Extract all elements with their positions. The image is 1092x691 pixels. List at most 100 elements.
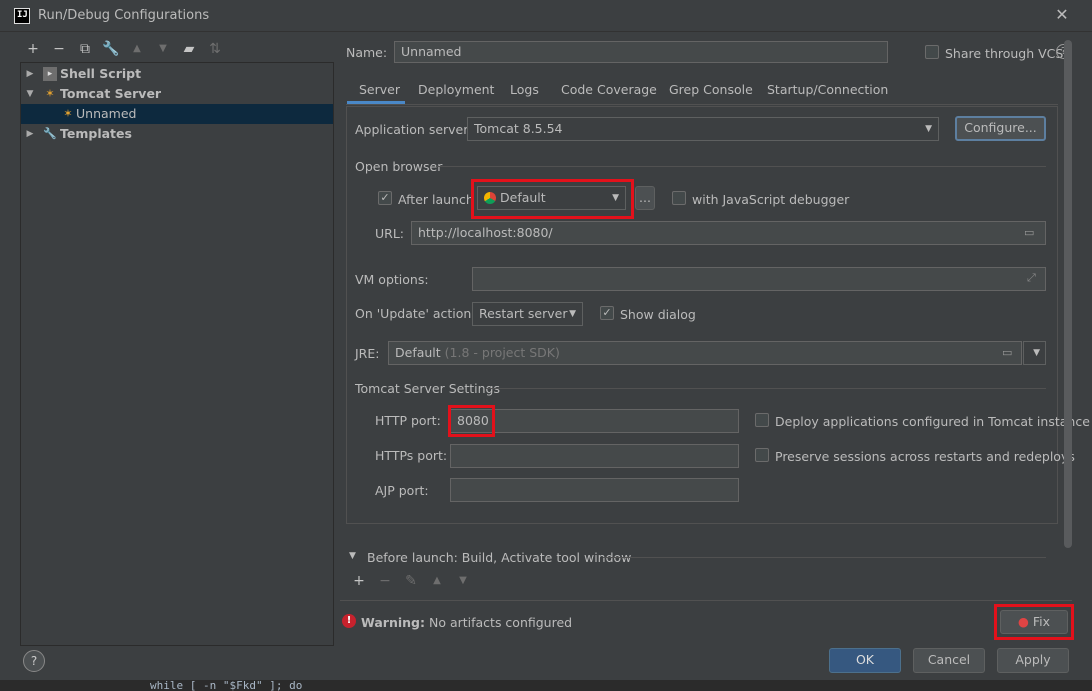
- collapse-arrow-icon[interactable]: ▼: [24, 84, 36, 104]
- warning-message: Warning: No artifacts configured: [361, 615, 572, 630]
- error-icon: !: [342, 614, 356, 628]
- tomcat-settings-heading: Tomcat Server Settings: [355, 381, 500, 396]
- remove-icon[interactable]: −: [376, 572, 394, 590]
- jre-label: JRE:: [355, 346, 380, 361]
- ajp-port-input[interactable]: [450, 478, 739, 502]
- name-label: Name:: [346, 45, 388, 60]
- folder-browse-icon[interactable]: ▭: [1002, 346, 1012, 359]
- preserve-sessions-label: Preserve sessions across restarts and re…: [775, 449, 1075, 464]
- https-port-label: HTTPs port:: [375, 448, 448, 463]
- open-browser-separator: [436, 166, 1046, 167]
- tree-item-shell-script[interactable]: ▶ ▸ Shell Script: [21, 64, 333, 84]
- expand-arrow-icon[interactable]: ▶: [24, 124, 36, 144]
- expand-arrow-icon[interactable]: ▶: [24, 64, 36, 84]
- tree-item-label: Tomcat Server: [60, 86, 162, 101]
- intellij-app-icon: IJ: [14, 8, 30, 24]
- vm-options-label: VM options:: [355, 272, 429, 287]
- before-launch-heading[interactable]: Before launch: Build, Activate tool wind…: [367, 550, 631, 565]
- remove-icon[interactable]: −: [50, 40, 68, 58]
- on-update-label: On 'Update' action:: [355, 306, 476, 321]
- copy-icon[interactable]: ⧉: [76, 40, 94, 58]
- window-title: Run/Debug Configurations: [38, 8, 210, 23]
- move-up-icon[interactable]: ▲: [128, 40, 146, 58]
- open-browser-heading: Open browser: [355, 159, 443, 174]
- add-icon[interactable]: +: [350, 572, 368, 590]
- tree-item-label: Shell Script: [60, 66, 142, 81]
- add-icon[interactable]: +: [24, 40, 42, 58]
- expand-icon[interactable]: ⤢: [1027, 271, 1036, 285]
- tabs-divider: [346, 104, 1058, 105]
- tree-item-label: Unnamed: [76, 106, 137, 121]
- scrollbar[interactable]: [1064, 40, 1072, 548]
- tree-item-tomcat-server[interactable]: ▼ ✶ Tomcat Server: [21, 84, 333, 104]
- ajp-port-label: AJP port:: [375, 483, 429, 498]
- sort-icon[interactable]: ⇅: [206, 40, 224, 58]
- after-launch-label: After launch: [398, 192, 474, 207]
- folder-icon[interactable]: ▰: [180, 40, 198, 58]
- chrome-icon: [484, 192, 496, 204]
- move-down-icon[interactable]: ▼: [154, 40, 172, 58]
- wrench-icon[interactable]: 🔧: [102, 40, 120, 58]
- tree-item-label: Templates: [60, 126, 132, 141]
- collapse-arrow-icon[interactable]: ▼: [349, 551, 356, 561]
- configuration-tree: ▶ ▸ Shell Script ▼ ✶ Tomcat Server ✶ Unn…: [20, 62, 334, 646]
- vm-options-input[interactable]: [472, 267, 1046, 291]
- http-port-highlight: [448, 405, 495, 437]
- chevron-down-icon: ▼: [612, 193, 619, 203]
- share-vcs-checkbox[interactable]: [925, 45, 939, 59]
- app-server-select[interactable]: Tomcat 8.5.54 ▼: [467, 117, 939, 141]
- https-port-input[interactable]: [450, 444, 739, 468]
- share-vcs-label: Share through VCS: [945, 46, 1064, 61]
- tab-deployment[interactable]: Deployment: [418, 82, 494, 104]
- shell-script-icon: ▸: [43, 67, 57, 81]
- app-server-label: Application server:: [355, 122, 473, 137]
- browser-select[interactable]: Default ▼: [477, 186, 626, 210]
- js-debugger-checkbox[interactable]: [672, 191, 686, 205]
- deploy-apps-checkbox[interactable]: [755, 413, 769, 427]
- warning-bold: Warning:: [361, 615, 425, 630]
- after-launch-checkbox[interactable]: ✓: [378, 191, 392, 205]
- show-dialog-label: Show dialog: [620, 307, 696, 322]
- chevron-down-icon: ▼: [569, 309, 576, 319]
- move-down-icon[interactable]: ▼: [454, 572, 472, 590]
- tree-item-templates[interactable]: ▶ 🔧 Templates: [21, 124, 333, 144]
- app-server-value: Tomcat 8.5.54: [474, 121, 563, 136]
- js-debugger-label: with JavaScript debugger: [692, 192, 850, 207]
- fix-button[interactable]: ● Fix: [1000, 610, 1068, 634]
- warning-text: No artifacts configured: [428, 615, 573, 630]
- folder-browse-icon[interactable]: ▭: [1024, 226, 1040, 239]
- tab-server[interactable]: Server: [347, 82, 405, 104]
- move-up-icon[interactable]: ▲: [428, 572, 446, 590]
- jre-select[interactable]: Default (1.8 - project SDK): [388, 341, 1022, 365]
- close-icon[interactable]: ✕: [1052, 4, 1072, 26]
- apply-button[interactable]: Apply: [997, 648, 1069, 673]
- url-label: URL:: [375, 226, 405, 241]
- tomcat-icon: ✶: [45, 87, 55, 100]
- tab-startup-connection[interactable]: Startup/Connection: [767, 82, 888, 104]
- tab-grep-console[interactable]: Grep Console: [669, 82, 753, 104]
- browser-value: Default: [500, 190, 546, 205]
- on-update-value: Restart server: [479, 306, 568, 321]
- chevron-down-icon: ▼: [1033, 348, 1040, 358]
- wrench-icon: 🔧: [43, 127, 57, 140]
- tomcat-config-icon: ✶: [63, 107, 73, 120]
- url-input[interactable]: http://localhost:8080/: [411, 221, 1046, 245]
- name-input[interactable]: Unnamed: [394, 41, 888, 63]
- background-editor-code: while [ -n "$Fkd" ]; do: [150, 680, 303, 691]
- tab-code-coverage[interactable]: Code Coverage: [561, 82, 657, 104]
- on-update-select[interactable]: Restart server ▼: [472, 302, 583, 326]
- tab-logs[interactable]: Logs: [510, 82, 539, 104]
- http-port-label: HTTP port:: [375, 413, 441, 428]
- fix-label: Fix: [1032, 614, 1051, 629]
- ok-button[interactable]: OK: [829, 648, 901, 673]
- configure-button[interactable]: Configure...: [955, 116, 1046, 141]
- edit-icon[interactable]: ✎: [402, 572, 420, 590]
- preserve-sessions-checkbox[interactable]: [755, 448, 769, 462]
- tree-item-unnamed[interactable]: ✶ Unnamed: [21, 104, 333, 124]
- deploy-apps-label: Deploy applications configured in Tomcat…: [775, 414, 1090, 429]
- jre-dropdown-button[interactable]: ▼: [1023, 341, 1046, 365]
- cancel-button[interactable]: Cancel: [913, 648, 985, 673]
- browser-settings-button[interactable]: ...: [635, 186, 655, 210]
- help-button[interactable]: ?: [23, 650, 45, 672]
- show-dialog-checkbox[interactable]: ✓: [600, 306, 614, 320]
